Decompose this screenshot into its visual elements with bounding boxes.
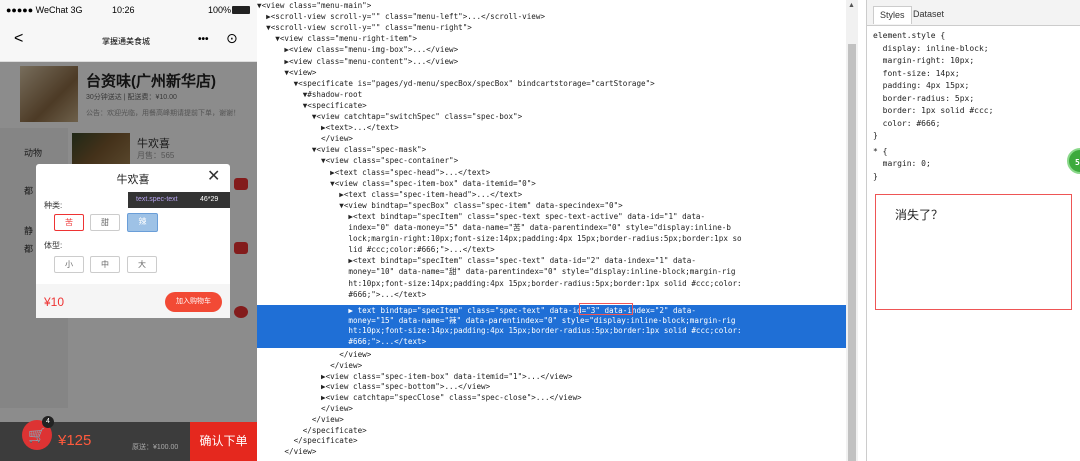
css-rule-line[interactable]: }	[873, 130, 878, 143]
styles-tabs: Styles Dataset	[867, 0, 1080, 26]
close-icon[interactable]: ✕	[207, 166, 220, 186]
css-rule-line[interactable]: * {	[873, 146, 887, 159]
dialog-price: ¥10	[44, 295, 65, 309]
dialog-title: 牛欢喜	[116, 174, 150, 186]
dom-node-line[interactable]: </specificate>	[257, 436, 846, 446]
dom-node-line[interactable]: ▶<text class="spec-item-head">...</text>	[257, 190, 846, 200]
tooltip-dims: 46*29	[200, 196, 219, 203]
status-bar: ●●●●● WeChat 3G 10:26 100%	[0, 0, 257, 20]
dom-node-line[interactable]: </view>	[257, 350, 846, 360]
css-rule-line[interactable]: border-radius: 5px;	[873, 93, 975, 106]
dom-node-line[interactable]: ▼<view class="menu-main">	[257, 1, 846, 11]
dom-node-line[interactable]: ▼<view catchtap="switchSpec" class="spec…	[257, 112, 846, 122]
tooltip-tag: text.spec-text	[136, 196, 178, 203]
dom-node-line[interactable]: ht:10px;font-size:14px;padding:4px 15px;…	[257, 279, 846, 289]
spec-option-sweet[interactable]: 甜	[90, 214, 120, 231]
size-label: 体型:	[44, 241, 63, 250]
nav-bar: < 掌握通美食城 ••• ⊙	[0, 20, 257, 62]
dom-node-line[interactable]: #666;">...</text>	[257, 290, 846, 300]
dom-node-line[interactable]: ▶<view class="spec-bottom">...</view>	[257, 382, 846, 392]
scrollbar-thumb[interactable]	[848, 44, 856, 461]
dom-node-line[interactable]: </view>	[257, 134, 846, 144]
dom-node-line[interactable]: ▶<view class="spec-item-box" data-itemid…	[257, 372, 846, 382]
dom-node-line[interactable]: ▶<view class="menu-img-box">...</view>	[257, 45, 846, 55]
add-to-cart-button[interactable]: 加入购物车	[165, 292, 222, 312]
size-option-medium[interactable]: 中	[90, 256, 120, 273]
dom-node-line[interactable]: </view>	[257, 404, 846, 414]
css-rule-line[interactable]: display: inline-block;	[873, 43, 989, 56]
css-rule-line[interactable]: border: 1px solid #ccc;	[873, 105, 994, 118]
target-icon[interactable]: ⊙	[226, 30, 238, 47]
spec-dialog: 牛欢喜 ✕ 种类: 苦 甜 辣 体型: 小 中 大 ¥10 加入购物车	[36, 164, 230, 318]
dom-node-line[interactable]: ▶<scroll-view scroll-y="" class="menu-le…	[257, 12, 846, 22]
annotation-text: 消失了？	[895, 208, 944, 222]
dom-node-line[interactable]: </view>	[257, 415, 846, 425]
battery-icon	[232, 6, 250, 14]
dom-node-line[interactable]: index="0" data-money="5" data-name="苦" d…	[257, 223, 846, 233]
css-rule-line[interactable]: font-size: 14px;	[873, 68, 960, 81]
size-option-large[interactable]: 大	[127, 256, 157, 273]
dom-node-line[interactable]: ▶<text bindtap="specItem" class="spec-te…	[257, 256, 846, 266]
css-rule-line[interactable]: padding: 4px 15px;	[873, 80, 970, 93]
scroll-up-icon[interactable]: ▲	[848, 2, 855, 9]
dom-node-line[interactable]: ▼#shadow-root	[257, 90, 846, 100]
spec-option-spicy[interactable]: 辣	[127, 213, 158, 232]
dom-node-line[interactable]: ▶<text>...</text>	[257, 123, 846, 133]
styles-pane: Styles Dataset element.style { display: …	[866, 0, 1080, 461]
battery-text: 100%	[208, 5, 232, 15]
dom-node-line[interactable]: ▼<view class="spec-item-box" data-itemid…	[257, 179, 846, 189]
cart-count-badge: 4	[42, 416, 54, 428]
css-rule-line[interactable]: margin-right: 10px;	[873, 55, 975, 68]
css-rule-line[interactable]: color: #666;	[873, 118, 941, 131]
dom-node-line[interactable]: ▼<specificate>	[257, 101, 846, 111]
nav-title: 掌握通美食城	[102, 37, 150, 46]
cart-subtext: 原送：¥100.00	[132, 444, 179, 451]
dom-node-line[interactable]: money="15" data-name="辣" data-parentinde…	[257, 316, 846, 326]
dom-node-line[interactable]: ▶<text class="spec-head">...</text>	[257, 168, 846, 178]
dom-node-line[interactable]: </view>	[257, 447, 846, 457]
selected-node[interactable]: ▶ text bindtap="specItem" class="spec-te…	[257, 305, 846, 348]
elements-panel: ▼<view class="menu-main"> ▶<scroll-view …	[257, 0, 846, 461]
dom-node-line[interactable]: ▼<scroll-view scroll-y="" class="menu-ri…	[257, 23, 846, 33]
dom-node-line[interactable]: ▼<view class="spec-mask">	[257, 145, 846, 155]
phone-simulator: ●●●●● WeChat 3G 10:26 100% < 掌握通美食城 ••• …	[0, 0, 257, 461]
tab-styles[interactable]: Styles	[873, 6, 912, 24]
css-rule-line[interactable]: element.style {	[873, 30, 945, 43]
dom-node-line[interactable]: ▶ text bindtap="specItem" class="spec-te…	[257, 306, 846, 316]
dom-node-line[interactable]: ▼<view class="spec-container">	[257, 156, 846, 166]
size-option-small[interactable]: 小	[54, 256, 84, 273]
css-rule-line[interactable]: margin: 0;	[873, 158, 931, 171]
css-rule-line[interactable]: }	[873, 171, 878, 184]
dom-node-line[interactable]: ▼<specificate is="pages/yd-menu/specBox/…	[257, 79, 846, 89]
dom-node-line[interactable]: </specificate>	[257, 426, 846, 436]
dom-node-line[interactable]: ▼<view bindtap="specBox" class="spec-ite…	[257, 201, 846, 211]
dom-node-line[interactable]: ht:10px;font-size:14px;padding:4px 15px;…	[257, 326, 846, 336]
inspect-tooltip: text.spec-text 46*29	[128, 192, 230, 208]
status-badge: 50	[1067, 148, 1080, 174]
dom-node-line[interactable]: lock;margin-right:10px;font-size:14px;pa…	[257, 234, 846, 244]
back-button[interactable]: <	[14, 30, 23, 48]
type-label: 种类:	[44, 201, 63, 210]
cart-total: ¥125	[58, 432, 92, 449]
dom-node-line[interactable]: ▶<view class="menu-content">...</view>	[257, 57, 846, 67]
dom-node-line[interactable]: ▶<view catchtap="specClose" class="spec-…	[257, 393, 846, 403]
carrier-text: ●●●●● WeChat 3G	[6, 5, 83, 15]
more-icon[interactable]: •••	[198, 34, 209, 45]
dom-node-line[interactable]: money="10" data-name="甜" data-parentinde…	[257, 267, 846, 277]
dom-node-line[interactable]: ▶<text bindtap="specItem" class="spec-te…	[257, 212, 846, 222]
spec-option-bitter[interactable]: 苦	[54, 214, 84, 231]
dom-node-line[interactable]: ▼<view class="menu-right-item">	[257, 34, 846, 44]
dom-node-line[interactable]: </view>	[257, 361, 846, 371]
tab-dataset[interactable]: Dataset	[907, 6, 950, 24]
dom-node-line[interactable]: lid #ccc;color:#666;">...</text>	[257, 245, 846, 255]
dom-node-line[interactable]: ▼<view>	[257, 68, 846, 78]
clock-text: 10:26	[112, 5, 135, 15]
confirm-order-button[interactable]: 确认下单	[190, 422, 257, 461]
class-highlight-box	[579, 303, 633, 315]
dom-node-line[interactable]: #666;">...</text>	[257, 337, 846, 347]
